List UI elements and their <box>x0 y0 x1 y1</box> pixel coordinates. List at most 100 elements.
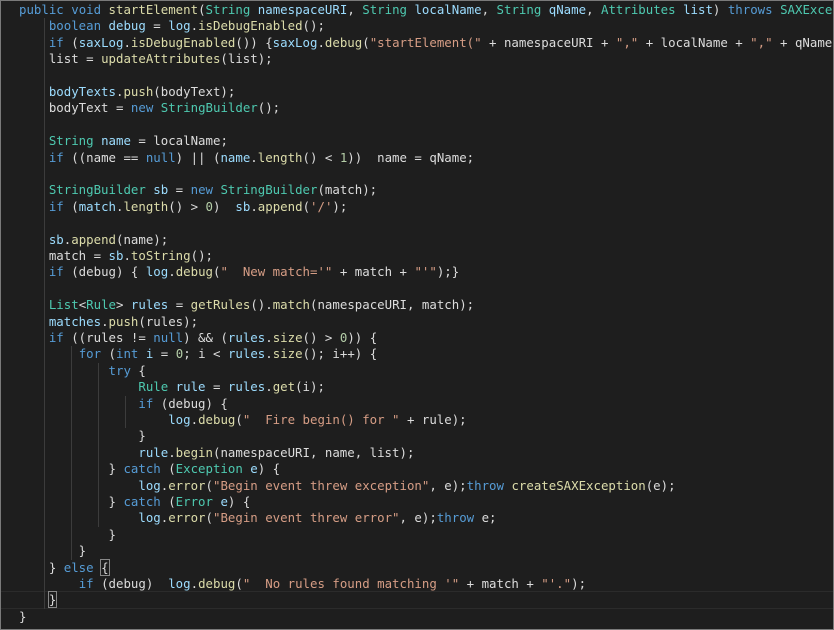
code-token: (); <box>302 18 325 34</box>
code-token: '/' <box>310 198 333 214</box>
code-token: isDebugEnabled <box>130 34 236 50</box>
code-line[interactable]: if ((name == null) || (name.length() < 1… <box>19 150 474 166</box>
code-token: log <box>168 18 191 34</box>
code-line[interactable]: match = sb.toString(); <box>19 248 213 264</box>
code-line[interactable]: try { <box>19 363 146 379</box>
code-token: match <box>78 198 116 214</box>
code-line[interactable]: if (match.length() > 0) sb.append('/'); <box>19 198 348 215</box>
code-line[interactable]: list = updateAttributes(list); <box>19 51 273 67</box>
code-token: Attributes <box>601 2 676 17</box>
code-token: size <box>272 346 303 362</box>
code-line[interactable]: List<Rule> rules = getRules().match(name… <box>19 297 474 313</box>
code-token: ((rules != <box>63 330 154 345</box>
code-line[interactable]: Rule rule = rules.get(i); <box>19 379 325 395</box>
code-line[interactable]: } <box>19 428 146 444</box>
code-line[interactable]: StringBuilder sb = new StringBuilder(mat… <box>19 182 377 198</box>
code-token: error <box>168 510 206 526</box>
code-token: ( <box>235 412 243 427</box>
code-token: e <box>250 461 258 477</box>
code-token: catch <box>123 461 161 477</box>
code-token: null <box>153 330 184 345</box>
code-token: (namespaceURI, name, list); <box>212 444 415 460</box>
code-line[interactable]: } <box>19 609 26 625</box>
code-token: log <box>145 264 169 280</box>
code-token: name <box>101 133 131 149</box>
code-token: . <box>190 576 199 591</box>
code-token: } <box>19 428 146 444</box>
code-token: "Begin event threw exception" <box>213 477 430 493</box>
code-token: , e); <box>429 477 467 493</box>
code-token: sb <box>235 198 251 214</box>
code-token: , <box>481 2 497 17</box>
code-line[interactable]: sb.append(name); <box>19 232 168 248</box>
code-token: ) { <box>227 494 251 509</box>
code-line[interactable]: if (saxLog.isDebugEnabled()) {saxLog.deb… <box>19 34 833 51</box>
code-token: rules <box>227 346 266 362</box>
code-token: . <box>250 149 258 165</box>
code-line[interactable]: } catch (Error e) { <box>19 494 251 510</box>
code-token: if <box>48 149 64 165</box>
code-line[interactable]: log.error("Begin event threw exception",… <box>19 477 675 494</box>
code-token: ( <box>205 477 213 493</box>
code-line[interactable]: if (debug) { <box>19 396 228 412</box>
code-line[interactable]: bodyText = new StringBuilder(); <box>19 100 280 116</box>
code-token: = <box>145 18 169 34</box>
code-token: if <box>48 198 64 214</box>
code-line[interactable]: matches.push(rules); <box>19 314 198 330</box>
code-line[interactable]: boolean debug = log.isDebugEnabled(); <box>19 18 325 34</box>
code-line[interactable]: } <box>19 543 86 559</box>
code-token: + match + <box>332 264 415 280</box>
code-token: ()) { <box>235 34 273 50</box>
code-token: (); i++) { <box>302 346 378 362</box>
code-line[interactable]: for (int i = 0; i < rules.size(); i++) { <box>19 346 378 362</box>
code-line[interactable]: if (debug) log.debug(" No rules found ma… <box>19 576 586 592</box>
code-token: throws <box>727 2 773 17</box>
code-token: ( <box>160 494 176 509</box>
code-token: ( <box>235 576 243 591</box>
code-token: e; <box>474 510 497 526</box>
code-line[interactable]: if ((rules != null) && (rules.size() > 0… <box>19 330 377 346</box>
code-token: push <box>123 84 154 99</box>
code-line[interactable]: log.debug(" Fire begin() for " + rule); <box>19 412 466 428</box>
code-token: " Fire begin() for " <box>242 412 400 427</box>
code-token: . <box>190 412 199 427</box>
indent-guide <box>71 346 72 560</box>
code-token: debug <box>198 576 236 591</box>
code-line[interactable]: rule.begin(namespaceURI, name, list); <box>19 445 414 461</box>
code-token: (). <box>250 297 273 313</box>
code-line[interactable]: } <box>19 591 58 609</box>
code-line[interactable]: } else { <box>19 558 110 576</box>
indent-guide <box>44 18 45 609</box>
code-token: "startElement(" <box>369 34 482 50</box>
code-token: = <box>168 297 191 313</box>
code-token: toString <box>130 248 191 263</box>
code-token: String <box>362 2 407 17</box>
code-token: } <box>47 591 58 609</box>
code-token: length <box>257 149 303 165</box>
code-line[interactable]: bodyTexts.push(bodyText); <box>19 84 236 100</box>
code-token: try <box>108 362 131 378</box>
code-editor[interactable]: public void startElement(String namespac… <box>0 0 834 630</box>
code-token: . <box>265 379 273 395</box>
code-token: ) && ( <box>183 330 228 345</box>
code-line[interactable]: } <box>19 527 116 543</box>
code-token: debug <box>324 34 363 50</box>
code-token: error <box>168 477 206 493</box>
code-line[interactable]: if (debug) { log.debug(" New match='" + … <box>19 264 459 280</box>
code-token: } <box>19 559 64 575</box>
code-token: length <box>123 198 169 214</box>
code-token: StringBuilder <box>160 100 258 116</box>
code-token: , e); <box>399 510 437 526</box>
code-line[interactable]: } catch (Exception e) { <box>19 461 281 477</box>
code-token: . <box>317 34 325 50</box>
code-line[interactable]: log.error("Begin event threw error", e);… <box>19 510 497 526</box>
code-token: localName <box>414 2 482 17</box>
code-line[interactable]: String name = localName; <box>19 133 228 149</box>
code-token: List <box>48 297 79 313</box>
code-line[interactable]: public void startElement(String namespac… <box>19 2 833 18</box>
code-token: String <box>205 2 251 17</box>
